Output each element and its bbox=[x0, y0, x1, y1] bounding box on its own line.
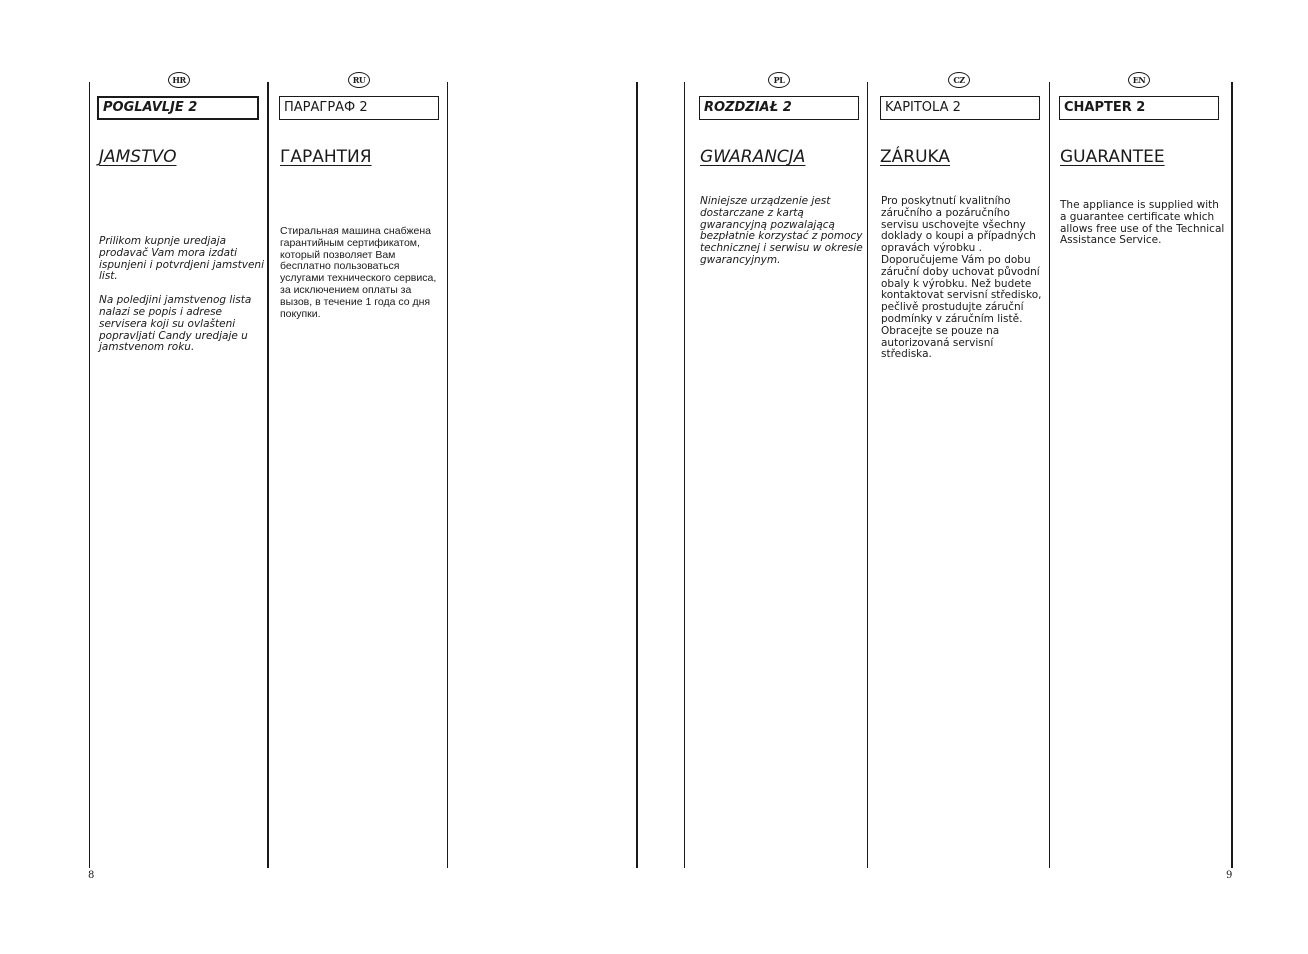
chapter-heading-pl: ROZDZIAŁ 2 bbox=[699, 96, 859, 120]
chapter-heading-cz: KAPITOLA 2 bbox=[880, 96, 1040, 120]
page-number-left: 8 bbox=[88, 870, 95, 881]
chapter-heading-en: CHAPTER 2 bbox=[1059, 96, 1219, 120]
chapter-heading-ru: ПАРАГРАФ 2 bbox=[279, 96, 439, 120]
section-title-cz: ZÁRUKA bbox=[880, 147, 951, 167]
body-text-cz: Pro poskytnutí kvalitního záručního a po… bbox=[881, 195, 1046, 373]
column-divider bbox=[867, 82, 868, 868]
page-border-left bbox=[89, 82, 90, 868]
section-title-ru: ГАРАНТИЯ bbox=[280, 147, 372, 167]
paragraph: Стиральная машина снабжена гарантийным с… bbox=[280, 225, 437, 320]
body-text-hr: Prilikom kupnje uredjaja prodavač Vam mo… bbox=[99, 235, 265, 366]
section-title-hr: JAMSTVO bbox=[99, 147, 177, 167]
column-divider bbox=[447, 82, 448, 868]
column-divider bbox=[1049, 82, 1050, 868]
language-badge-cz: CZ bbox=[948, 72, 970, 88]
body-text-en: The appliance is supplied with a guarant… bbox=[1060, 199, 1228, 259]
section-title-pl: GWARANCJA bbox=[700, 147, 806, 167]
chapter-heading-hr: POGLAVLJE 2 bbox=[97, 96, 259, 120]
paragraph: Na poledjini jamstvenog lista nalazi se … bbox=[99, 294, 252, 354]
body-text-pl: Niniejsze urządzenie jest dostarczane z … bbox=[700, 195, 865, 279]
page-number-right: 9 bbox=[1226, 870, 1233, 881]
paragraph: Pro poskytnutí kvalitního záručního a po… bbox=[881, 195, 1042, 361]
column-divider bbox=[267, 82, 269, 868]
language-badge-hr: HR bbox=[168, 72, 190, 88]
language-badge-pl: PL bbox=[768, 72, 790, 88]
language-badge-en: EN bbox=[1128, 72, 1150, 88]
page-gutter bbox=[636, 82, 638, 868]
page-border-right bbox=[1231, 82, 1233, 868]
paragraph: Niniejsze urządzenie jest dostarczane z … bbox=[700, 195, 863, 266]
paragraph: The appliance is supplied with a guarant… bbox=[1060, 199, 1225, 247]
page-border-right-start bbox=[684, 82, 685, 868]
language-badge-ru: RU bbox=[348, 72, 370, 88]
body-text-ru: Стиральная машина снабжена гарантийным с… bbox=[280, 225, 445, 332]
section-title-en: GUARANTEE bbox=[1060, 147, 1165, 167]
paragraph: Prilikom kupnje uredjaja prodavač Vam mo… bbox=[99, 235, 265, 283]
